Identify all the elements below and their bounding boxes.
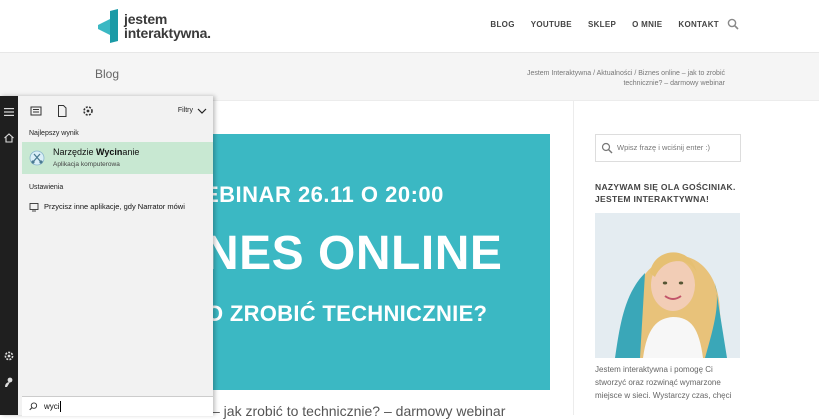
start-rail bbox=[0, 96, 18, 415]
breadcrumb[interactable]: Jestem Interaktywna / Aktualności / Bizn… bbox=[525, 69, 725, 89]
hamburger-icon[interactable] bbox=[3, 106, 15, 118]
nav-youtube[interactable]: YOUTUBE bbox=[531, 20, 572, 29]
settings-result-label: Przycisz inne aplikacje, gdy Narrator mó… bbox=[44, 202, 185, 211]
home-icon[interactable] bbox=[3, 132, 15, 144]
main-nav: BLOG YOUTUBE SKLEP O MNIE KONTAKT bbox=[474, 20, 719, 29]
logo-line-1: jestem bbox=[124, 11, 168, 27]
nav-o-mnie[interactable]: O MNIE bbox=[632, 20, 662, 29]
best-match-heading: Najlepszy wynik bbox=[29, 130, 79, 137]
best-match-subtitle: Aplikacja komputerowa bbox=[53, 161, 120, 168]
snipping-tool-icon bbox=[29, 150, 45, 166]
best-match-title-post: anie bbox=[122, 147, 140, 157]
sidebar-search-input[interactable]: Wpisz frazę i wciśnij enter :) bbox=[595, 134, 741, 162]
best-match-title-pre: Narzędzie bbox=[53, 147, 97, 157]
logo-line-2: interaktywna. bbox=[124, 25, 211, 41]
author-bio: Jestem interaktywna i pomogę Ci stworzyć… bbox=[595, 365, 732, 400]
settings-heading: Ustawienia bbox=[29, 184, 64, 191]
post-heading-fragment: – jak zrobić to technicznie? – darmowy w… bbox=[212, 403, 506, 419]
nav-blog[interactable]: BLOG bbox=[490, 20, 514, 29]
chevron-down-icon[interactable] bbox=[197, 107, 207, 115]
windows-search-input[interactable]: wyci bbox=[22, 396, 213, 416]
logo-text: jestem interaktywna. bbox=[124, 12, 211, 40]
windows-search-panel: Filtry Najlepszy wynik Narzędzie Wycinan… bbox=[0, 96, 213, 416]
settings-icon[interactable] bbox=[3, 350, 15, 362]
search-input-value: wyci bbox=[44, 402, 60, 411]
search-icon bbox=[29, 402, 38, 411]
search-icon[interactable] bbox=[727, 18, 739, 30]
page-title: Blog bbox=[95, 67, 120, 81]
documents-tab-icon[interactable] bbox=[55, 104, 69, 118]
author-portrait-image bbox=[595, 213, 740, 358]
narrator-settings-icon bbox=[29, 203, 39, 212]
apps-tab-icon[interactable] bbox=[29, 104, 43, 118]
best-match-title-bold: Wycin bbox=[96, 147, 123, 157]
site-header: jestem interaktywna. BLOG YOUTUBE SKLEP … bbox=[0, 0, 819, 53]
search-icon bbox=[601, 142, 613, 154]
best-match-item[interactable]: Narzędzie Wycinanie Aplikacja komputerow… bbox=[22, 142, 213, 174]
web-tab-gear-icon[interactable] bbox=[81, 104, 95, 118]
nav-sklep[interactable]: SKLEP bbox=[588, 20, 616, 29]
page-subheader: Blog Jestem Interaktywna / Aktualności /… bbox=[0, 53, 819, 101]
search-placeholder: Wpisz frazę i wciśnij enter :) bbox=[617, 143, 710, 152]
best-match-title: Narzędzie Wycinanie bbox=[53, 147, 139, 157]
text-caret bbox=[60, 401, 61, 412]
banner-line-3: O ZROBIĆ TECHNICZNIE? bbox=[212, 301, 488, 326]
author-photo bbox=[595, 213, 740, 358]
nav-kontakt[interactable]: KONTAKT bbox=[678, 20, 719, 29]
site-logo[interactable]: jestem interaktywna. bbox=[96, 9, 216, 43]
user-feedback-icon[interactable] bbox=[3, 376, 15, 388]
author-heading: NAZYWAM SIĘ OLA GOŚCINIAK. JESTEM INTERA… bbox=[595, 182, 736, 204]
settings-result-item[interactable]: Przycisz inne aplikacje, gdy Narrator mó… bbox=[22, 197, 213, 217]
webinar-banner[interactable]: EBINAR 26.11 O 20:00 NES ONLINE O ZROBIĆ… bbox=[212, 134, 550, 390]
logo-mark-icon bbox=[98, 9, 118, 43]
banner-line-2: NES ONLINE bbox=[212, 227, 503, 280]
banner-line-1: EBINAR 26.11 O 20:00 bbox=[212, 182, 444, 207]
search-results-panel: Filtry Najlepszy wynik Narzędzie Wycinan… bbox=[22, 96, 213, 416]
filters-button[interactable]: Filtry bbox=[178, 107, 193, 114]
blog-sidebar: Wpisz frazę i wciśnij enter :) NAZYWAM S… bbox=[573, 101, 819, 415]
